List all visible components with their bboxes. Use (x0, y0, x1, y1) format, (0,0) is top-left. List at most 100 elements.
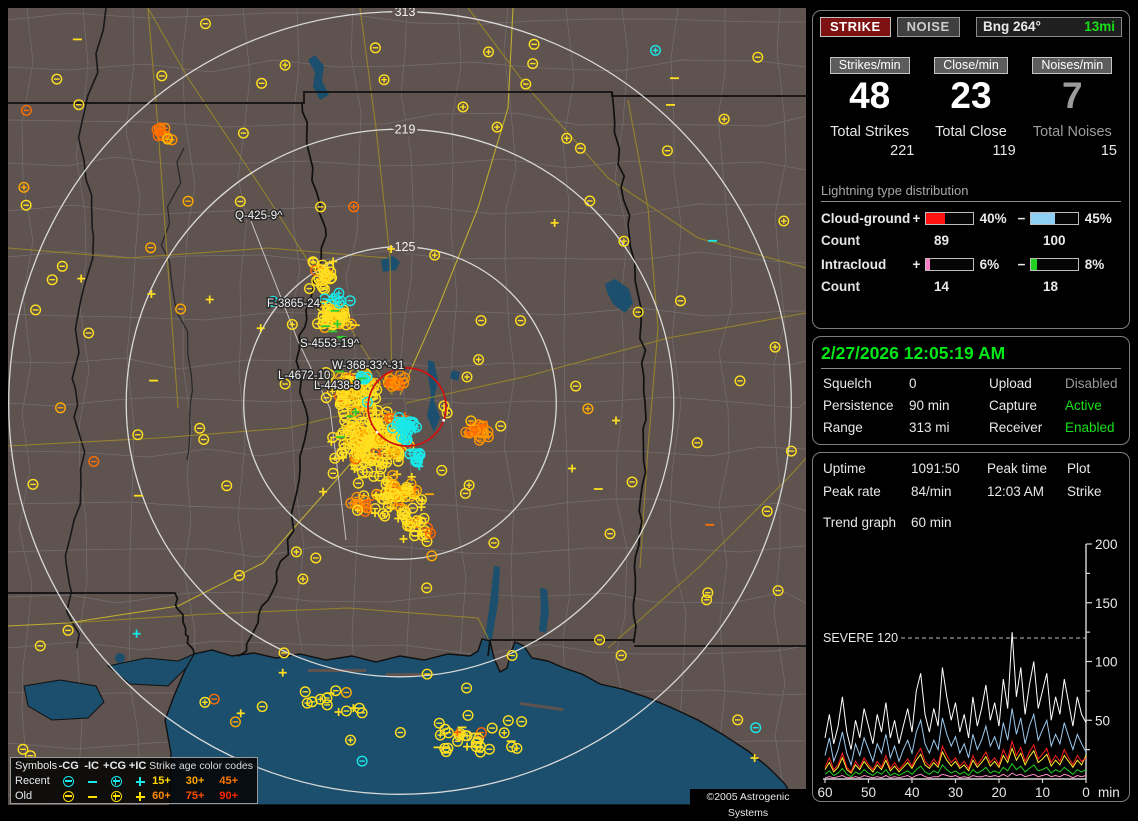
noises-column: Noises/min 7 Total Noises 15 (1022, 57, 1123, 159)
age-60: 60+ (152, 789, 186, 804)
legend-symbols-label: Symbols (15, 759, 57, 774)
ic-plus-icon (128, 777, 152, 786)
trend-graph: SEVERE 120501001502006050403020100min (813, 537, 1129, 801)
cloud-ground-label: Cloud-ground (821, 211, 911, 226)
noises-per-min-value: 7 (1022, 76, 1123, 116)
capture-status: Active (1065, 398, 1121, 413)
symbols-legend: Symbols -CG -IC +CG +IC Strike age color… (10, 757, 258, 804)
neg-cg-count: 100 (1034, 233, 1066, 248)
age-30: 30+ (186, 774, 220, 789)
ic-minus-icon (80, 781, 104, 783)
map-canvas[interactable]: 125219313Q-425-9^F-3865-24S-4553-19^W-36… (8, 8, 806, 805)
strikes-per-min-label[interactable]: Strikes/min (830, 57, 910, 74)
legend-col-pcg: +CG (103, 759, 126, 774)
plus-sign: + (911, 257, 922, 272)
cg-minus-icon (57, 776, 81, 787)
svg-text:60: 60 (817, 785, 832, 800)
intracloud-label: Intracloud (821, 257, 911, 272)
legend-age-header: Strike age color codes (149, 759, 253, 774)
noise-tab-button[interactable]: NOISE (897, 17, 960, 37)
close-per-min-value: 23 (920, 76, 1021, 116)
svg-text:313: 313 (395, 8, 416, 19)
svg-text:40: 40 (904, 785, 919, 800)
copyright-notice: ©2005 Astrogenic Systems (690, 789, 806, 805)
trend-panel: Uptime 1091:50 Peak time Plot Peak rate … (812, 452, 1130, 802)
total-close-value: 119 (920, 143, 1021, 159)
total-close-label: Total Close (920, 124, 1021, 140)
svg-text:L-4438-8: L-4438-8 (314, 380, 360, 392)
close-column: Close/min 23 Total Close 119 (920, 57, 1021, 159)
plot-type-value: Strike (1067, 484, 1121, 499)
age-15: 15+ (152, 774, 186, 789)
range-label: Range (823, 420, 909, 435)
plus-sign: + (911, 211, 922, 226)
trend-graph-label: Trend graph (823, 515, 911, 530)
legend-old-row: Old 60+ 75+ 90+ (15, 789, 253, 804)
svg-text:30: 30 (948, 785, 963, 800)
strike-tab-button[interactable]: STRIKE (820, 17, 891, 37)
pos-ic-bar (925, 258, 974, 271)
intracloud-count-row: Count 14 18 (821, 279, 1121, 294)
count-label: Count (821, 279, 925, 294)
total-noises-label: Total Noises (1022, 124, 1123, 140)
peak-time-value: 12:03 AM (987, 484, 1067, 499)
ic-minus-icon (80, 796, 104, 798)
datetime-display: 2/27/2026 12:05:19 AM (821, 343, 1121, 369)
ic-plus-icon (128, 792, 152, 801)
trend-graph-row: Trend graph 60 min (823, 515, 1121, 530)
svg-text:Q-425-9^: Q-425-9^ (235, 210, 283, 222)
total-noises-value: 15 (1022, 143, 1123, 159)
legend-col-pic: +IC (126, 759, 149, 774)
status-row: Persistence 90 min Capture Active (823, 398, 1121, 413)
neg-ic-count: 18 (1034, 279, 1058, 294)
status-row: Squelch 0 Upload Disabled (823, 376, 1121, 391)
total-strikes-label: Total Strikes (819, 124, 920, 140)
svg-text:10: 10 (1035, 785, 1050, 800)
bearing-indicator[interactable]: Bng 264° 13mi (976, 17, 1122, 37)
status-row: Range 313 mi Receiver Enabled (823, 420, 1121, 435)
svg-text:F-3865-24: F-3865-24 (267, 298, 321, 310)
receiver-status: Enabled (1065, 420, 1121, 435)
uptime-value: 1091:50 (911, 461, 987, 476)
pos-cg-count: 89 (925, 233, 1034, 248)
legend-header-row: Symbols -CG -IC +CG +IC Strike age color… (15, 759, 253, 774)
svg-text:50: 50 (1095, 713, 1110, 728)
persistence-value: 90 min (909, 398, 989, 413)
cloud-ground-count-row: Count 89 100 (821, 233, 1121, 248)
count-label: Count (821, 233, 925, 248)
squelch-value: 0 (909, 376, 989, 391)
minus-sign: − (1016, 211, 1027, 226)
uptime-row: Uptime 1091:50 Peak time Plot (823, 461, 1121, 476)
noises-per-min-label[interactable]: Noises/min (1032, 57, 1112, 74)
peak-time-label: Peak time (987, 461, 1067, 476)
pos-ic-pct: 6% (977, 257, 1016, 272)
legend-col-nic: -IC (80, 759, 103, 774)
minus-sign: − (1016, 257, 1027, 272)
uptime-label: Uptime (823, 461, 911, 476)
svg-text:SEVERE 120: SEVERE 120 (823, 631, 898, 645)
peak-rate-label: Peak rate (823, 484, 911, 499)
age-45: 45+ (219, 774, 253, 789)
persistence-label: Persistence (823, 398, 909, 413)
neg-ic-bar (1030, 258, 1079, 271)
svg-text:0: 0 (1082, 785, 1090, 800)
total-strikes-value: 221 (819, 143, 920, 159)
pos-ic-count: 14 (925, 279, 1034, 294)
cg-minus-icon (57, 791, 81, 802)
svg-text:min: min (1098, 785, 1120, 800)
squelch-label: Squelch (823, 376, 909, 391)
distribution-header: Lightning type distribution (821, 183, 1121, 202)
lightning-map[interactable]: 125219313Q-425-9^F-3865-24S-4553-19^W-36… (8, 8, 806, 805)
svg-text:50: 50 (861, 785, 876, 800)
legend-recent-row: Recent 15+ 30+ 45+ (15, 774, 253, 789)
svg-text:W-368-33^-31: W-368-33^-31 (332, 360, 404, 372)
close-per-min-label[interactable]: Close/min (934, 57, 1008, 74)
svg-text:20: 20 (991, 785, 1006, 800)
svg-text:150: 150 (1095, 596, 1118, 611)
app-window: { "window": {"copyright": "©2005 Astroge… (0, 0, 1138, 812)
peak-rate-value: 84/min (911, 484, 987, 499)
trend-window-value: 60 min (911, 515, 1121, 530)
bearing-distance: 13mi (1084, 19, 1115, 34)
upload-status: Disabled (1065, 376, 1121, 391)
status-panel: 2/27/2026 12:05:19 AM Squelch 0 Upload D… (812, 336, 1130, 445)
